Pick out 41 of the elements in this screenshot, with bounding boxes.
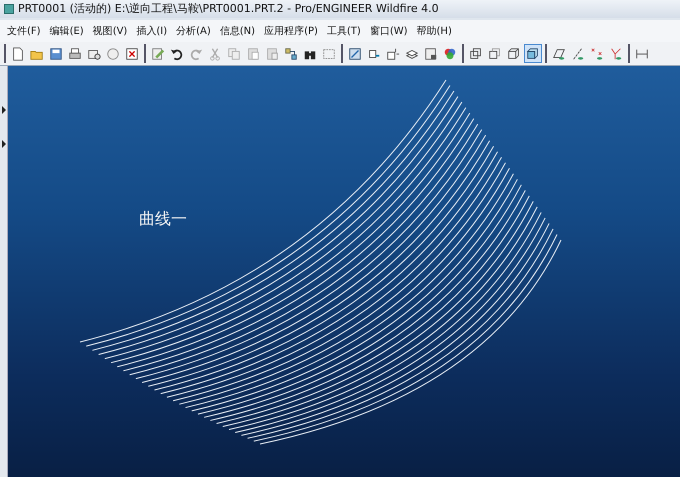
toolbar-button[interactable] (524, 44, 542, 63)
undo-icon (170, 46, 184, 60)
coordinate-system-icon (609, 46, 623, 60)
repaint-icon (348, 46, 362, 60)
menu-item[interactable]: 窗口(W) (366, 22, 411, 40)
orient-icon (386, 46, 400, 60)
shaded-cube-icon (526, 46, 540, 60)
menu-item[interactable]: 应用程序(P) (261, 22, 321, 40)
wireframe-cube-icon (469, 46, 483, 60)
measure-icon (635, 46, 649, 60)
color-wheel-icon (443, 46, 457, 60)
scissors-icon (208, 46, 222, 60)
expand-arrow-icon[interactable] (0, 106, 6, 114)
menu-item[interactable]: 编辑(E) (46, 22, 87, 40)
curve-label: 曲线一 (139, 208, 187, 230)
menu-item[interactable]: 分析(A) (173, 22, 214, 40)
hidden-line-cube-icon (488, 46, 502, 60)
menu-item[interactable]: 视图(V) (90, 22, 130, 40)
page-icon (11, 46, 25, 60)
datum-point-icon (590, 46, 604, 60)
menu-item[interactable]: 帮助(H) (414, 22, 455, 40)
copy-icon (227, 46, 241, 60)
close-window-icon (125, 46, 139, 60)
pencil-page-icon (151, 46, 165, 60)
window-title: PRT0001 (活动的) E:\逆向工程\马鞍\PRT0001.PRT.2 - Pro/ENGINEER Wildfire 4.0 (18, 0, 439, 17)
saved-views-icon (424, 46, 438, 60)
menu-item[interactable]: 插入(I) (133, 22, 170, 40)
menu-item[interactable]: 信息(N) (216, 22, 258, 40)
relations-icon (284, 46, 298, 60)
datum-plane-icon (552, 46, 566, 60)
menu-item[interactable]: 工具(T) (324, 22, 364, 40)
menu-item[interactable]: 文件(F) (4, 22, 44, 40)
datum-axis-icon (571, 46, 585, 60)
cube-icon (507, 46, 521, 60)
clipboard-icon (246, 46, 260, 60)
dashed-box-icon (322, 46, 336, 60)
app-icon (4, 4, 14, 14)
expand-arrow-icon[interactable] (0, 140, 6, 148)
redo-icon (189, 46, 203, 60)
printer-icon (68, 46, 82, 60)
clipboard-icon (265, 46, 279, 60)
